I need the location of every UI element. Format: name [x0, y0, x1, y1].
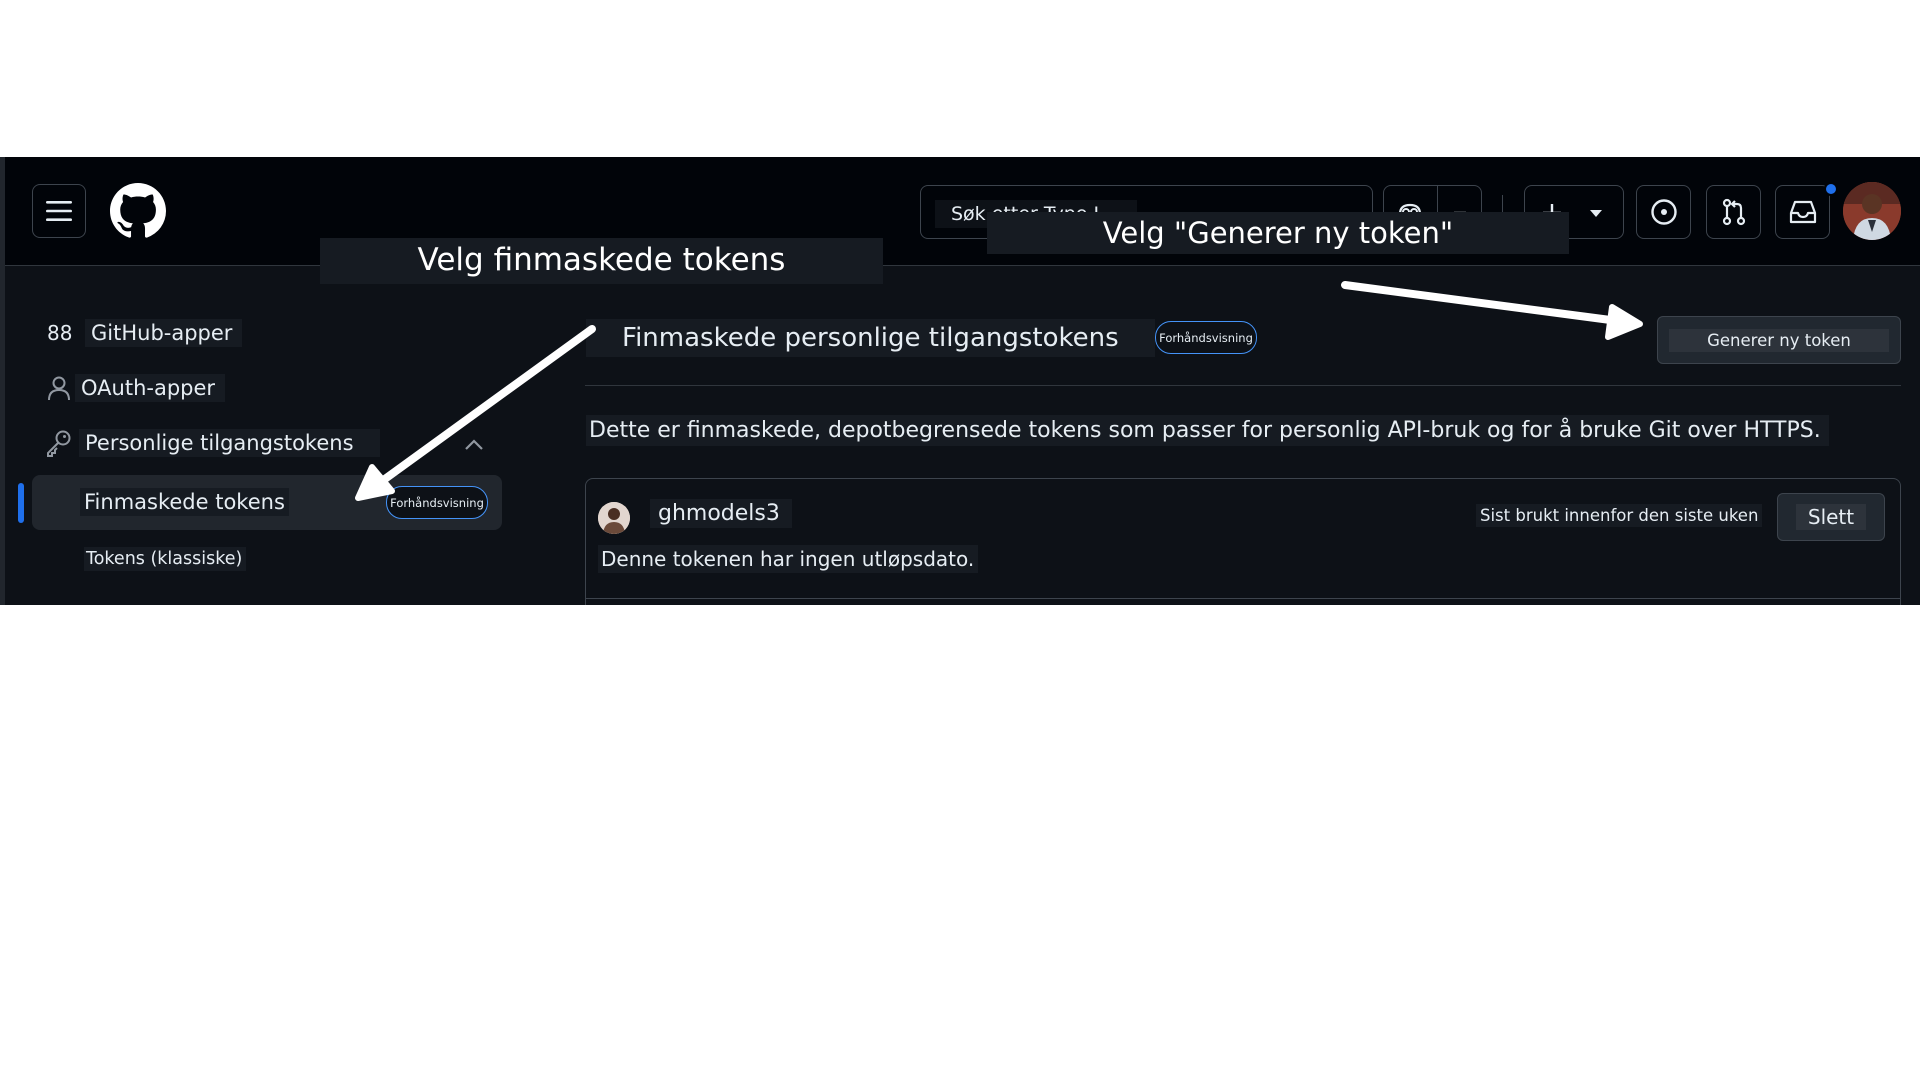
arrow-to-fine-grained [355, 325, 596, 501]
sidebar-item-label: Personlige tilgangstokens [79, 429, 380, 457]
callout-generate: Velg "Generer ny token" [987, 212, 1569, 254]
token-name-link[interactable]: ghmodels3 [650, 499, 792, 528]
hamburger-icon [46, 201, 72, 221]
global-header: Søk etter Type I [5, 157, 1920, 266]
triangle-down-icon [1590, 210, 1602, 217]
sidebar-item-personal-tokens[interactable]: Personlige tilgangstokens [45, 429, 380, 457]
inbox-button[interactable] [1775, 185, 1830, 239]
generate-new-token-button[interactable]: Generer ny token [1657, 316, 1901, 364]
screenshot-frame: Søk etter Type I [0, 157, 1920, 605]
sidebar-item-label: OAuth-apper [75, 374, 226, 402]
chevron-up-icon[interactable] [464, 439, 484, 451]
issues-button[interactable] [1636, 185, 1691, 239]
sidebar-item-label: Finmaskede tokens [80, 488, 289, 516]
token-last-used: Sist brukt innenfor den siste uken [1476, 504, 1763, 527]
section-divider [585, 385, 1901, 386]
key-icon [47, 430, 71, 457]
page-title: Finmaskede personlige tilgangstokens [586, 319, 1155, 357]
github-logo[interactable] [110, 183, 166, 239]
notification-dot [1824, 182, 1838, 196]
generate-button-label: Generer ny token [1669, 328, 1889, 352]
token-expiry-note: Denne tokenen har ingen utløpsdato. [598, 545, 979, 573]
title-preview-badge: Forhåndsvisning [1155, 321, 1257, 354]
page-description: Dette er finmaskede, depotbegrensede tok… [586, 415, 1829, 446]
sidebar-item-oauth-apps[interactable]: OAuth-apper [47, 374, 226, 402]
github-logo-icon [110, 183, 166, 238]
avatar-icon [598, 502, 630, 534]
sidebar-item-github-apps[interactable]: 88 GitHub-apper [47, 319, 243, 347]
token-list [585, 478, 1901, 605]
git-pull-request-icon [1722, 198, 1745, 226]
sidebar-item-classic-tokens[interactable]: Tokens (klassiske) [84, 547, 247, 571]
menu-button[interactable] [32, 184, 86, 238]
callout-fine-grained: Velg finmaskede tokens [320, 238, 883, 284]
user-avatar[interactable] [1843, 182, 1901, 240]
token-owner-avatar [598, 502, 630, 534]
issue-opened-icon [1650, 199, 1677, 225]
preview-badge: Forhåndsvisning [386, 486, 488, 519]
active-indicator [18, 483, 24, 523]
pull-requests-button[interactable] [1706, 185, 1761, 239]
person-icon [48, 376, 70, 401]
delete-button-label: Slett [1795, 504, 1867, 530]
avatar-icon [1843, 182, 1901, 240]
sidebar-item-label: GitHub-apper [85, 319, 243, 347]
apps-icon: 88 [47, 321, 73, 345]
delete-token-button[interactable]: Slett [1777, 493, 1885, 541]
token-row-divider [585, 598, 1901, 599]
inbox-icon [1789, 200, 1816, 224]
arrow-to-generate [1341, 281, 1643, 340]
